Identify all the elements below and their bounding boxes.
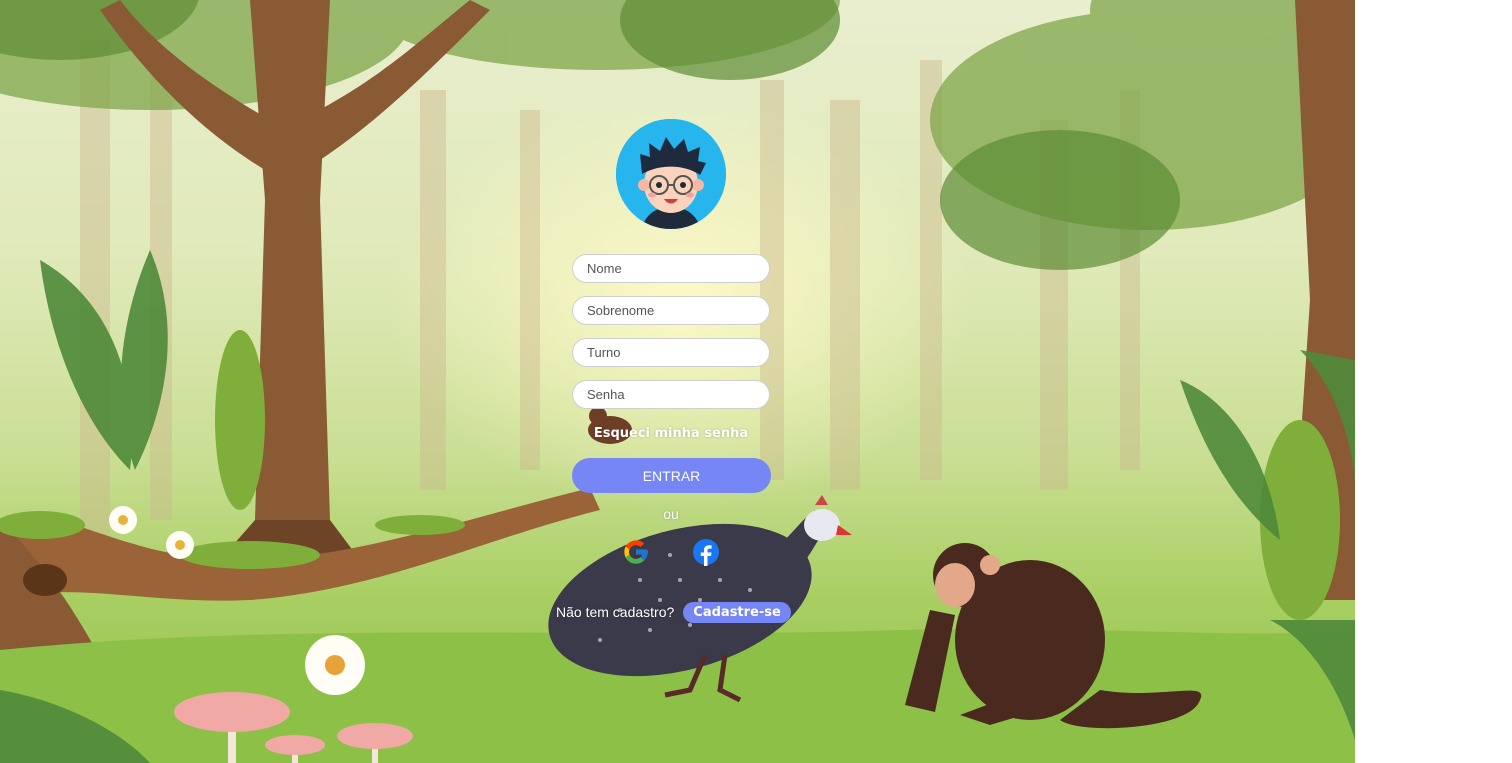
avatar-icon [616, 119, 726, 229]
last-name-input[interactable] [572, 296, 770, 325]
password-input[interactable] [572, 380, 770, 409]
forgot-password-link[interactable]: Esqueci minha senha [572, 426, 770, 441]
google-icon [624, 540, 648, 564]
facebook-icon [693, 539, 719, 566]
facebook-login-button[interactable] [692, 538, 720, 566]
login-submit-button[interactable]: ENTRAR [572, 458, 771, 493]
shift-input[interactable] [572, 338, 770, 367]
login-panel: Esqueci minha senha ENTRAR ou Não tem ca… [0, 0, 1355, 763]
signup-prompt: Não tem cadastro? [556, 604, 675, 620]
signup-button[interactable]: Cadastre-se [683, 601, 791, 623]
or-divider: ou [663, 506, 679, 522]
google-login-button[interactable] [622, 538, 650, 566]
user-avatar [616, 119, 726, 229]
signup-row: Não tem cadastro? Cadastre-se [556, 601, 791, 623]
first-name-input[interactable] [572, 254, 770, 283]
